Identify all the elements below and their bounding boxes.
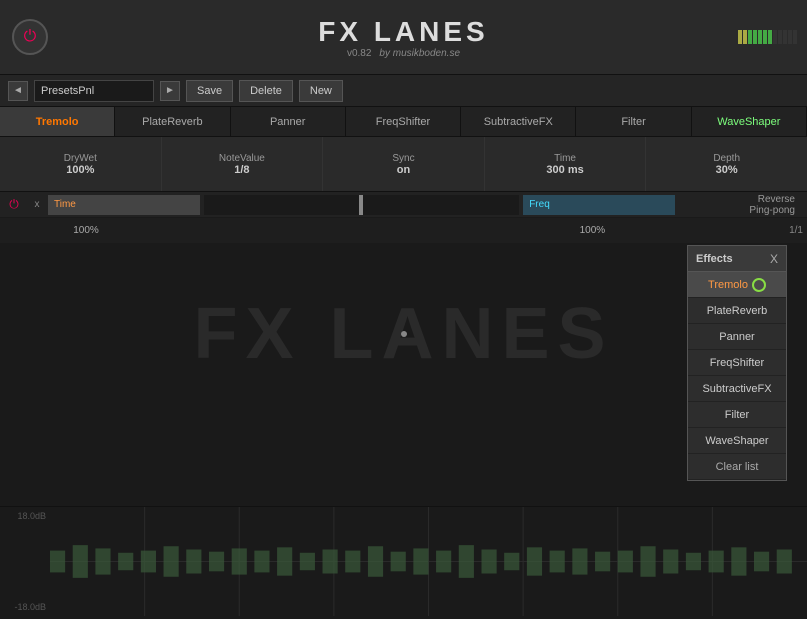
app-subtitle: by musikboden.se xyxy=(379,48,460,59)
cursor-indicator xyxy=(752,278,766,292)
param-time: Time 300 ms xyxy=(485,137,647,191)
waveform-canvas xyxy=(50,507,807,616)
tab-freqshifter[interactable]: FreqShifter xyxy=(346,107,461,136)
tab-panner[interactable]: Panner xyxy=(231,107,346,136)
app-title: FX LANES xyxy=(318,16,488,48)
lane-bar-time[interactable]: Time xyxy=(48,195,200,215)
waveform-label-bottom: -18.0dB xyxy=(4,602,46,612)
new-button[interactable]: New xyxy=(299,80,343,102)
ping-pong-option[interactable]: Ping-pong xyxy=(677,205,803,216)
fx-params: DryWet 100% NoteValue 1/8 Sync on Time 3… xyxy=(0,137,807,192)
reverse-option[interactable]: Reverse xyxy=(677,194,803,205)
canvas-dot xyxy=(401,331,407,337)
param-sync: Sync on xyxy=(323,137,485,191)
tab-platereverb[interactable]: PlateReverb xyxy=(115,107,230,136)
lane-center-marker xyxy=(359,195,363,215)
effects-item-waveshaper[interactable]: WaveShaper xyxy=(688,428,786,454)
level-bar xyxy=(763,30,767,44)
param-notevalue: NoteValue 1/8 xyxy=(162,137,324,191)
level-bar xyxy=(773,30,777,44)
waveform-labels: 18.0dB -18.0dB xyxy=(0,507,50,616)
effects-item-panner[interactable]: Panner xyxy=(688,324,786,350)
param-drywet: DryWet 100% xyxy=(0,137,162,191)
level-bar xyxy=(768,30,772,44)
effects-item-filter[interactable]: Filter xyxy=(688,402,786,428)
preset-name-input[interactable] xyxy=(34,80,154,102)
level-bar xyxy=(788,30,792,44)
effects-item-platereverb[interactable]: PlateReverb xyxy=(688,298,786,324)
effects-popup: Effects X Tremolo PlateReverb Panner Fre… xyxy=(687,245,787,481)
lane-value-2: 100% xyxy=(552,225,632,236)
prev-preset-button[interactable]: ◄ xyxy=(8,81,28,101)
next-preset-button[interactable]: ► xyxy=(160,81,180,101)
lane-row-2: 100% 100% 1/1 xyxy=(0,218,807,244)
clear-list-button[interactable]: Clear list xyxy=(688,454,786,480)
effects-item-freqshifter[interactable]: FreqShifter xyxy=(688,350,786,376)
main-canvas: FX LANES xyxy=(0,244,807,424)
app-version: v0.82 xyxy=(347,48,371,59)
lane-close-button[interactable]: x xyxy=(28,199,46,210)
waveform-area: 18.0dB -18.0dB xyxy=(0,506,807,616)
delete-button[interactable]: Delete xyxy=(239,80,293,102)
fx-tabs: Tremolo PlateReverb Panner FreqShifter S… xyxy=(0,107,807,137)
lane-power-button[interactable]: ⏻ xyxy=(0,197,28,212)
tab-waveshaper[interactable]: WaveShaper xyxy=(692,107,807,136)
waveform-label-top: 18.0dB xyxy=(4,511,46,521)
waveform-svg xyxy=(50,507,807,616)
lane-bar-freq[interactable]: Freq xyxy=(523,195,675,215)
level-bar xyxy=(778,30,782,44)
effects-close-button[interactable]: X xyxy=(770,252,778,266)
preset-bar: ◄ ► Save Delete New xyxy=(0,75,807,107)
level-bar xyxy=(793,30,797,44)
level-meter xyxy=(738,30,797,44)
lane-options: Reverse Ping-pong xyxy=(677,194,807,216)
title-area: FX LANES v0.82 by musikboden.se xyxy=(318,16,488,59)
effects-popup-header: Effects X xyxy=(688,246,786,272)
level-bar xyxy=(738,30,742,44)
level-bar xyxy=(753,30,757,44)
save-button[interactable]: Save xyxy=(186,80,233,102)
lane-value-1: 100% xyxy=(46,225,126,236)
effects-item-subtractivefx[interactable]: SubtractiveFX xyxy=(688,376,786,402)
effects-popup-title: Effects xyxy=(696,253,733,265)
header: ⏻ FX LANES v0.82 by musikboden.se xyxy=(0,0,807,75)
level-bar xyxy=(748,30,752,44)
tab-subtractivefx[interactable]: SubtractiveFX xyxy=(461,107,576,136)
lane-value-3: 1/1 xyxy=(632,225,807,236)
level-bar xyxy=(743,30,747,44)
param-depth: Depth 30% xyxy=(646,137,807,191)
lane-row-1: ⏻ x Time Freq Reverse Ping-pong xyxy=(0,192,807,218)
level-bar xyxy=(783,30,787,44)
power-button[interactable]: ⏻ xyxy=(12,19,48,55)
level-bar xyxy=(758,30,762,44)
lane-empty-middle xyxy=(204,195,520,215)
tab-tremolo[interactable]: Tremolo xyxy=(0,107,115,136)
tab-filter[interactable]: Filter xyxy=(576,107,691,136)
effects-item-tremolo[interactable]: Tremolo xyxy=(688,272,786,298)
